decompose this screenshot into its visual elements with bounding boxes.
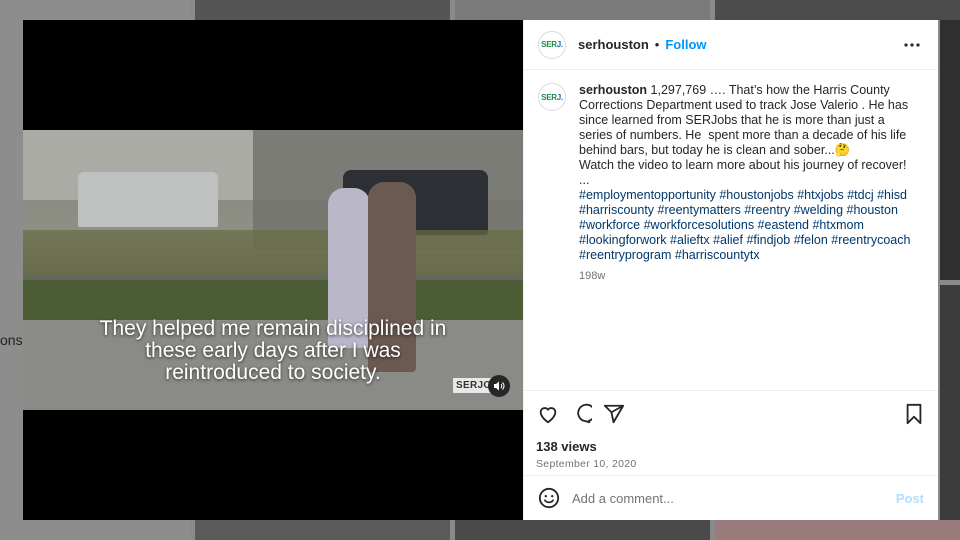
video-scene-car [78, 172, 218, 227]
caption-hashtags[interactable]: #employmentopportunity #houstonjobs #htx… [579, 188, 910, 262]
caption-block: serhouston 1,297,769 …. That’s how the H… [579, 83, 919, 389]
post-date: September 10, 2020 [536, 458, 637, 470]
video-player[interactable]: They helped me remain disciplined in the… [23, 130, 523, 410]
caption-username[interactable]: serhouston [579, 83, 647, 97]
background-tile [715, 520, 960, 540]
background-tile [455, 520, 710, 540]
video-scene-grass [23, 280, 523, 320]
more-options-button[interactable] [900, 35, 924, 55]
background-tile [940, 285, 960, 540]
media-area: They helped me remain disciplined in the… [23, 20, 523, 520]
post-header: SER J. serhouston • Follow [524, 20, 938, 70]
video-subtitle: They helped me remain disciplined in the… [23, 318, 523, 384]
header-username[interactable]: serhouston [578, 37, 649, 52]
share-button[interactable] [602, 402, 626, 426]
post-actions: 138 views September 10, 2020 [524, 390, 938, 475]
comment-button[interactable] [569, 402, 593, 426]
comment-input[interactable] [572, 490, 882, 506]
background-tile [195, 0, 450, 20]
caption-text: 1,297,769 …. That’s how the Harris Count… [579, 83, 909, 187]
avatar[interactable]: SER J. [538, 83, 566, 111]
post-age: 198w [579, 270, 606, 282]
avatar-logo-text: SER [541, 40, 557, 49]
share-icon [603, 404, 625, 424]
view-count[interactable]: 138 views [536, 439, 926, 454]
post-caption-area: SER J. serhouston 1,297,769 …. That’s how… [524, 71, 938, 389]
save-button[interactable] [902, 402, 926, 426]
avatar[interactable]: SER J. [538, 30, 566, 59]
mute-button[interactable] [488, 375, 510, 397]
subtitle-line: They helped me remain disciplined in [99, 317, 447, 340]
more-options-icon [904, 42, 920, 47]
comment-bar: Post [524, 475, 938, 520]
emoji-icon[interactable] [538, 487, 560, 509]
video-scene-hedge [23, 230, 523, 275]
speaker-icon [494, 381, 505, 391]
subtitle-line: these early days after I was [145, 339, 401, 362]
background-tile [195, 520, 450, 540]
post-modal: They helped me remain disciplined in the… [23, 20, 938, 520]
like-button[interactable] [536, 402, 560, 426]
post-comment-button[interactable]: Post [896, 491, 924, 506]
heart-icon [539, 407, 557, 424]
background-tile [940, 20, 960, 280]
comment-icon [577, 403, 592, 424]
follow-button[interactable]: Follow [665, 37, 706, 52]
avatar-logo-text: J. [556, 40, 563, 49]
avatar-logo-text: J. [556, 92, 563, 102]
post-details-panel: SER J. serhouston • Follow SER J. serhoust… [523, 20, 938, 520]
avatar-logo-text: SER [541, 92, 557, 102]
background-text-fragment: ons [0, 332, 23, 348]
background-tile [455, 0, 710, 20]
bookmark-icon [906, 403, 922, 425]
subtitle-line: reintroduced to society. [165, 361, 381, 384]
background-tile [715, 0, 960, 20]
action-icon-row [536, 399, 926, 429]
separator-dot: • [654, 37, 660, 52]
